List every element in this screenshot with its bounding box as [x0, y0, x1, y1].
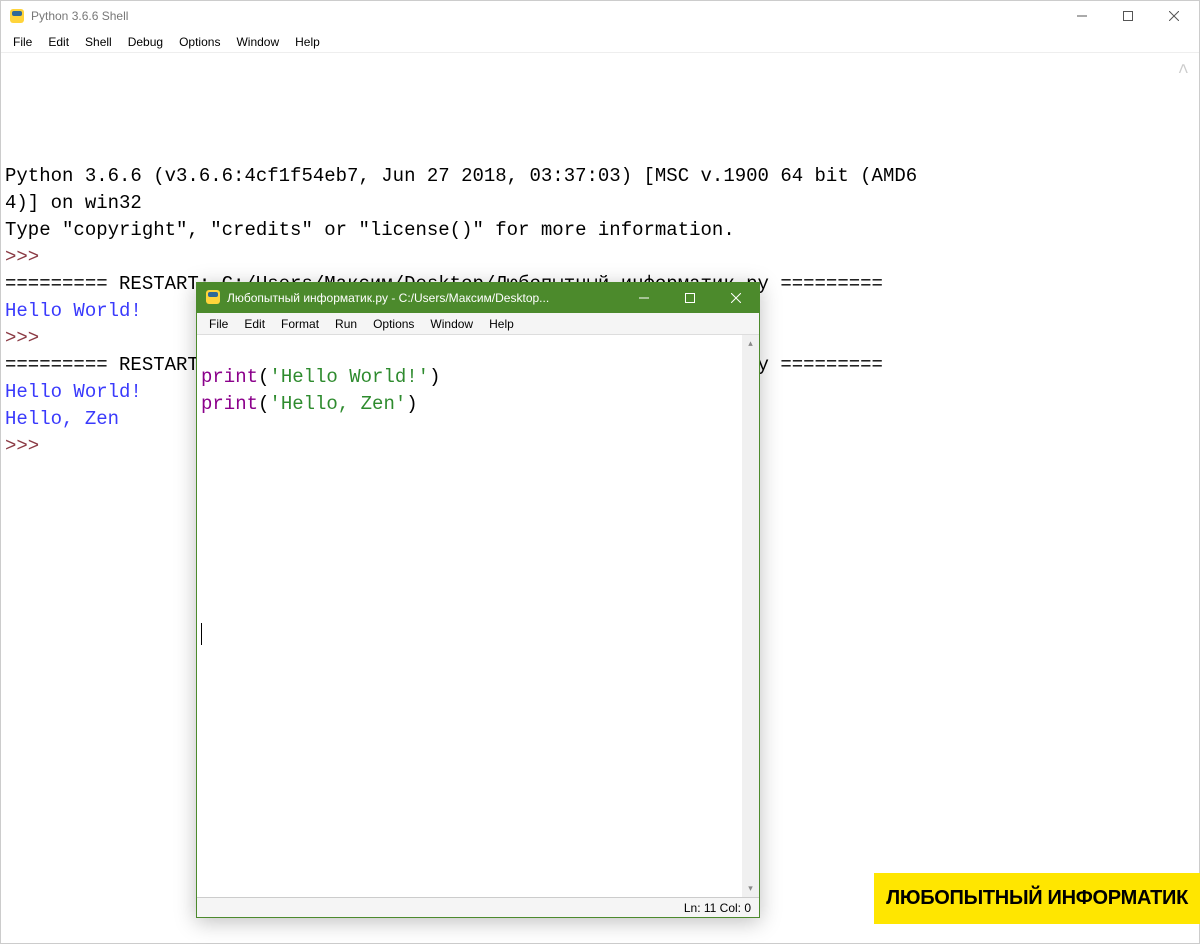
prompt: >>> [5, 435, 51, 457]
menu-file[interactable]: File [5, 33, 40, 51]
shell-title: Python 3.6.6 Shell [31, 9, 128, 23]
editor-scrollbar[interactable]: ▴ ▾ [742, 335, 759, 897]
shell-titlebar[interactable]: Python 3.6.6 Shell [1, 1, 1199, 31]
scroll-down-icon[interactable]: ▾ [742, 880, 759, 897]
menu-help[interactable]: Help [287, 33, 328, 51]
editor-titlebar[interactable]: Любопытный информатик.py - C:/Users/Макс… [197, 283, 759, 313]
code-line: print('Hello, Zen') [201, 393, 418, 415]
output-line: Hello, Zen [5, 408, 119, 430]
shell-window-controls [1059, 1, 1197, 31]
python-icon [9, 8, 25, 24]
shell-menubar: File Edit Shell Debug Options Window Hel… [1, 31, 1199, 53]
banner-line: Python 3.6.6 (v3.6.6:4cf1f54eb7, Jun 27 … [5, 165, 917, 187]
output-line: Hello World! [5, 300, 142, 322]
prompt: >>> [5, 327, 51, 349]
banner-line: Type "copyright", "credits" or "license(… [5, 219, 735, 241]
editor-code: print('Hello World!') print('Hello, Zen'… [197, 335, 759, 447]
menu-run[interactable]: Run [327, 315, 365, 333]
code-line: print('Hello World!') [201, 366, 440, 388]
scroll-up-icon[interactable]: ▴ [742, 335, 759, 352]
menu-edit[interactable]: Edit [236, 315, 273, 333]
maximize-button[interactable] [1105, 1, 1151, 31]
editor-window: Любопытный информатик.py - C:/Users/Макс… [196, 282, 760, 918]
cursor-position: Ln: 11 Col: 0 [684, 901, 751, 915]
editor-title: Любопытный информатик.py - C:/Users/Макс… [227, 291, 549, 305]
python-icon [205, 289, 221, 308]
menu-window[interactable]: Window [422, 315, 481, 333]
minimize-button[interactable] [1059, 1, 1105, 31]
menu-file[interactable]: File [201, 315, 236, 333]
menu-debug[interactable]: Debug [120, 33, 171, 51]
watermark-banner: ЛЮБОПЫТНЫЙ ИНФОРМАТИК [874, 873, 1200, 924]
close-button[interactable] [1151, 1, 1197, 31]
text-cursor [201, 623, 202, 645]
menu-shell[interactable]: Shell [77, 33, 120, 51]
editor-menubar: File Edit Format Run Options Window Help [197, 313, 759, 335]
menu-help[interactable]: Help [481, 315, 522, 333]
menu-options[interactable]: Options [365, 315, 422, 333]
menu-format[interactable]: Format [273, 315, 327, 333]
editor-statusbar: Ln: 11 Col: 0 [197, 897, 759, 917]
editor-text-area[interactable]: print('Hello World!') print('Hello, Zen'… [197, 335, 759, 897]
close-button[interactable] [713, 283, 759, 313]
prompt: >>> [5, 246, 51, 268]
scroll-caret-icon: ^ [1178, 59, 1189, 86]
minimize-button[interactable] [621, 283, 667, 313]
menu-edit[interactable]: Edit [40, 33, 77, 51]
menu-window[interactable]: Window [228, 33, 287, 51]
output-line: Hello World! [5, 381, 142, 403]
maximize-button[interactable] [667, 283, 713, 313]
banner-line: 4)] on win32 [5, 192, 142, 214]
menu-options[interactable]: Options [171, 33, 228, 51]
